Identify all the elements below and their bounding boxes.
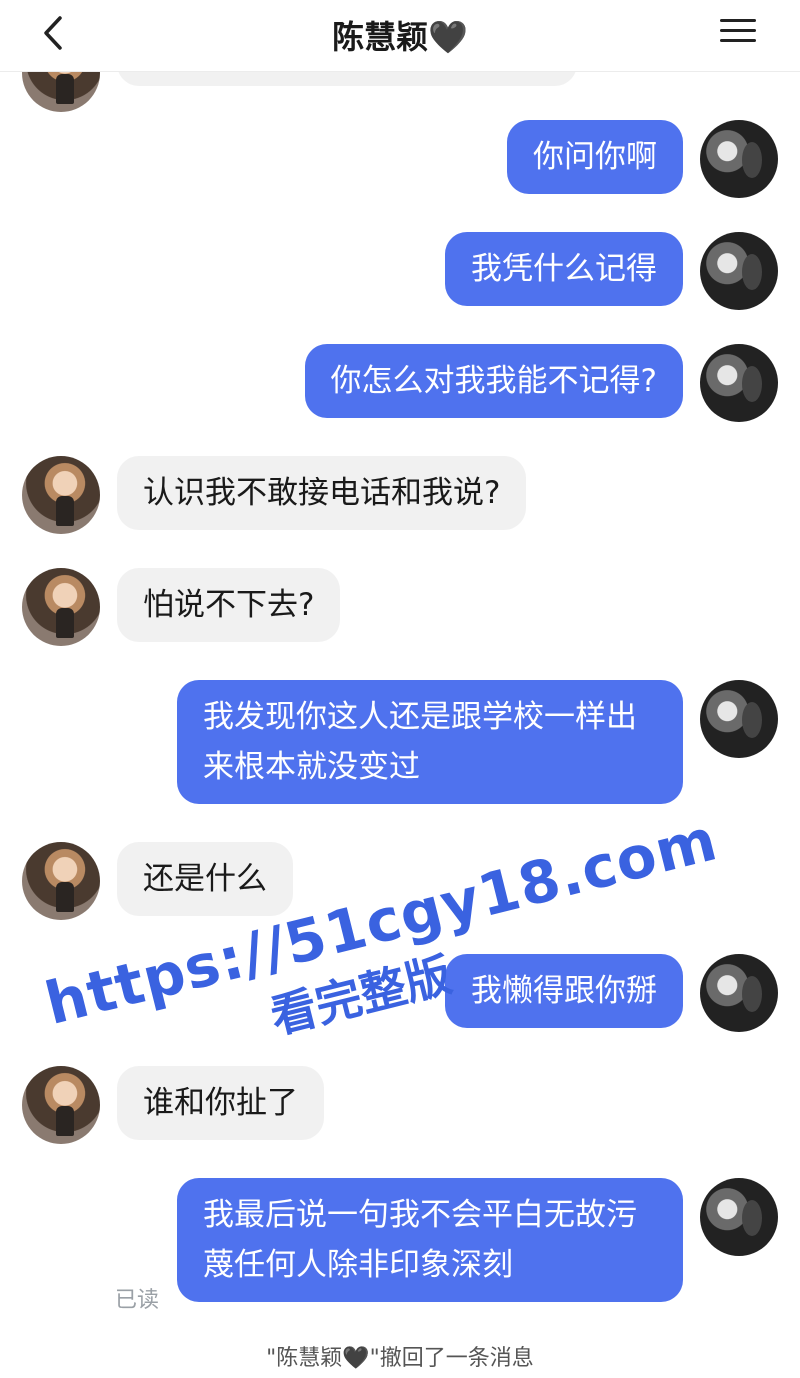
- recall-notice: "陈慧颖🖤"撤回了一条消息: [266, 1346, 534, 1371]
- message-bubble[interactable]: 认识我不敢接电话和我说?: [117, 456, 527, 530]
- contact-name: 陈慧颖🖤: [332, 18, 468, 56]
- my-avatar[interactable]: [700, 120, 778, 198]
- my-avatar[interactable]: [700, 1178, 778, 1256]
- my-avatar[interactable]: [700, 680, 778, 758]
- message-list[interactable]: 你问你啊 我凭什么记得 你怎么对我我能不记得? 认识我不敢接电话和我说? 怕说不…: [0, 34, 800, 1378]
- contact-avatar[interactable]: [22, 456, 100, 534]
- message-bubble[interactable]: 我最后说一句我不会平白无故污蔑任何人除非印象深刻: [177, 1178, 683, 1302]
- contact-avatar[interactable]: [22, 1066, 100, 1144]
- message-bubble[interactable]: 还是什么: [117, 842, 293, 916]
- my-avatar[interactable]: [700, 344, 778, 422]
- message-bubble[interactable]: 我发现你这人还是跟学校一样出来根本就没变过: [177, 680, 683, 804]
- my-avatar[interactable]: [700, 954, 778, 1032]
- message-bubble[interactable]: 你问你啊: [507, 120, 683, 194]
- message-bubble[interactable]: 你怎么对我我能不记得?: [304, 344, 683, 418]
- message-bubble[interactable]: 我懒得跟你掰: [445, 954, 683, 1028]
- contact-avatar[interactable]: [22, 568, 100, 646]
- hamburger-menu-icon: [720, 19, 756, 22]
- chat-header: 陈慧颖🖤: [0, 0, 800, 72]
- contact-avatar[interactable]: [22, 842, 100, 920]
- message-bubble[interactable]: 我凭什么记得: [445, 232, 683, 306]
- message-bubble[interactable]: 怕说不下去?: [117, 568, 341, 642]
- message-bubble[interactable]: 谁和你扯了: [117, 1066, 324, 1140]
- read-status: 已读: [115, 1288, 160, 1313]
- my-avatar[interactable]: [700, 232, 778, 310]
- menu-button[interactable]: [720, 12, 760, 52]
